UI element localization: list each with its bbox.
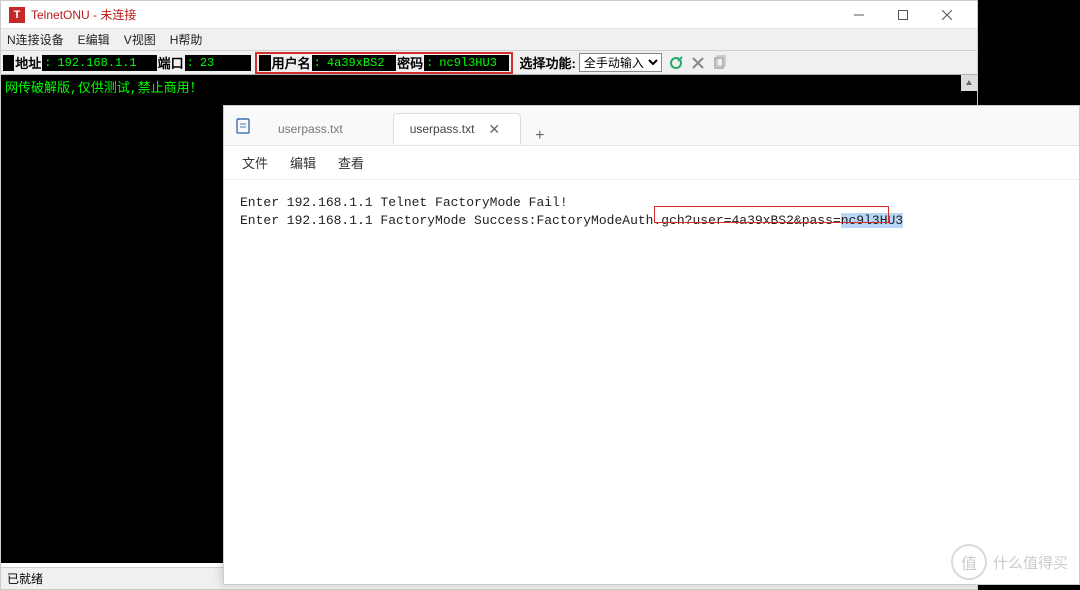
menu-file[interactable]: 文件: [242, 153, 268, 172]
notepad-menubar: 文件 编辑 查看: [224, 146, 1079, 180]
colon: :: [42, 55, 53, 71]
content-line-2: Enter 192.168.1.1 FactoryMode Success:Fa…: [240, 212, 1063, 230]
window-title: TelnetONU - 未连接: [31, 6, 837, 23]
menu-view[interactable]: V视图: [124, 31, 156, 48]
notepad-icon: [234, 117, 252, 135]
tab-label: userpass.txt: [278, 122, 343, 136]
connect-icon[interactable]: [666, 53, 686, 73]
credentials-highlight-box: 用户名 : 4a39xBS2 密码 : nc9l3HU3: [255, 52, 512, 74]
password-label: 密码: [396, 53, 424, 72]
terminal-line: 网传破解版,仅供测试,禁止商用！: [5, 77, 973, 96]
telnet-menubar: N连接设备 E编辑 V视图 H帮助: [1, 29, 977, 51]
notepad-tabs: userpass.txt userpass.txt ✕ +: [262, 106, 558, 145]
notepad-content[interactable]: Enter 192.168.1.1 Telnet FactoryMode Fai…: [224, 180, 1079, 243]
function-select[interactable]: 全手动输入: [579, 53, 662, 72]
watermark-icon: 值: [951, 544, 987, 580]
addr-label: 地址: [14, 53, 42, 72]
new-tab-button[interactable]: +: [521, 127, 558, 145]
function-label: 选择功能:: [519, 53, 577, 72]
tab-label: userpass.txt: [410, 122, 475, 136]
tab-userpass-2-active[interactable]: userpass.txt ✕: [393, 113, 521, 145]
tab-close-icon[interactable]: ✕: [484, 121, 504, 138]
scroll-up-icon[interactable]: [961, 75, 977, 91]
telnet-toolbar: 地址 : 192.168.1.1 端口 : 23 用户名 : 4a39xBS2 …: [1, 51, 977, 75]
toolbar-sep: [3, 55, 14, 71]
menu-connect[interactable]: N连接设备: [7, 31, 64, 48]
notepad-titlebar[interactable]: userpass.txt userpass.txt ✕ +: [224, 106, 1079, 146]
content-line-1: Enter 192.168.1.1 Telnet FactoryMode Fai…: [240, 194, 1063, 212]
toolbar-icons: [666, 53, 730, 73]
window-controls: [837, 2, 969, 28]
menu-edit[interactable]: E编辑: [78, 31, 110, 48]
copy-icon[interactable]: [710, 53, 730, 73]
username-label: 用户名: [271, 53, 312, 72]
telnet-titlebar[interactable]: T TelnetONU - 未连接: [1, 1, 977, 29]
notepad-window: userpass.txt userpass.txt ✕ + 文件 编辑 查看 E…: [223, 105, 1080, 585]
minimize-button[interactable]: [837, 2, 881, 28]
addr-field[interactable]: 192.168.1.1: [53, 55, 145, 71]
username-field[interactable]: 4a39xBS2: [323, 55, 385, 71]
port-field[interactable]: 23: [196, 55, 226, 71]
selected-text: nc9l3HU3: [841, 213, 903, 228]
watermark-text: 什么值得买: [993, 552, 1068, 573]
maximize-button[interactable]: [881, 2, 925, 28]
password-field[interactable]: nc9l3HU3: [435, 55, 497, 71]
close-button[interactable]: [925, 2, 969, 28]
port-label: 端口: [157, 53, 185, 72]
menu-view[interactable]: 查看: [338, 153, 364, 172]
menu-help[interactable]: H帮助: [170, 31, 203, 48]
app-icon: T: [9, 7, 25, 23]
tab-userpass-1[interactable]: userpass.txt: [262, 114, 393, 145]
menu-edit[interactable]: 编辑: [290, 153, 316, 172]
disconnect-icon[interactable]: [688, 53, 708, 73]
watermark: 值 什么值得买: [951, 544, 1068, 580]
status-text: 已就绪: [7, 572, 43, 586]
